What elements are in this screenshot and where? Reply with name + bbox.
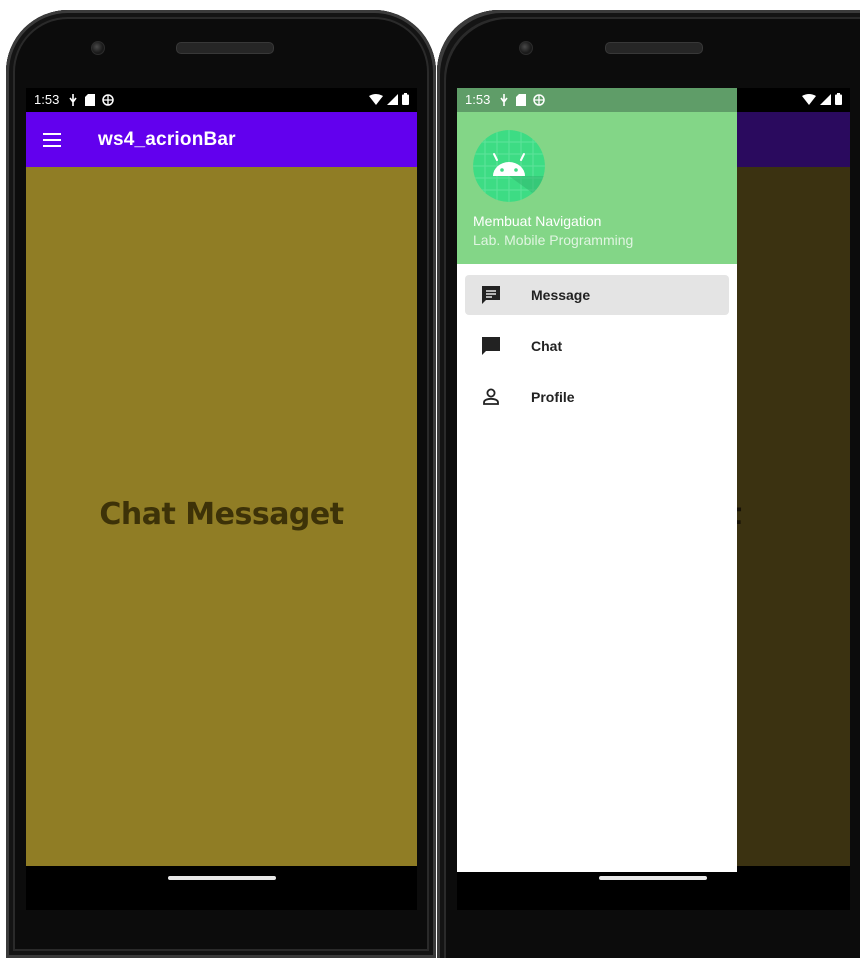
content-text: Chat Messaget <box>99 497 344 532</box>
drawer-item-label: Profile <box>531 389 575 405</box>
signal-icon <box>820 93 831 105</box>
wifi-icon <box>369 93 383 105</box>
front-camera <box>91 41 105 55</box>
drawer-header: Membuat Navigation Lab. Mobile Programmi… <box>457 112 737 264</box>
drawer-item-label: Chat <box>531 338 563 354</box>
status-time: 1:53 <box>465 92 491 107</box>
drawer-status-bar: 1:53 <box>457 88 737 112</box>
home-gesture-bar[interactable] <box>168 876 276 880</box>
app-screen-drawer-open: et 1:53 <box>457 88 850 910</box>
hamburger-menu-icon[interactable] <box>40 128 64 152</box>
globe-icon <box>533 94 545 106</box>
app-bar-title: ws4_acrionBar <box>98 129 236 150</box>
system-nav-bar <box>457 866 850 910</box>
app-screen-main: 1:53 ws4_acrionBar Chat Messaget <box>26 88 417 910</box>
status-bar: 1:53 <box>26 88 417 112</box>
message-icon <box>482 286 500 304</box>
main-content: Chat Messaget <box>26 167 417 866</box>
phone-frame-right: et 1:53 <box>437 10 860 958</box>
app-bar: ws4_acrionBar <box>26 112 417 167</box>
phone-frame-left: 1:53 ws4_acrionBar Chat Messaget <box>6 10 436 958</box>
battery-icon <box>835 93 842 105</box>
wifi-icon <box>802 93 816 105</box>
usb-icon <box>69 94 77 106</box>
android-icon <box>473 130 545 202</box>
drawer-header-subtitle: Lab. Mobile Programming <box>473 232 634 248</box>
sd-card-icon <box>85 94 95 106</box>
globe-icon <box>102 94 114 106</box>
home-gesture-bar[interactable] <box>599 876 707 880</box>
drawer-item-profile[interactable]: Profile <box>465 377 729 417</box>
navigation-drawer: 1:53 Membuat Navigation Lab. Mobile Prog… <box>457 88 737 872</box>
drawer-item-label: Message <box>531 287 591 303</box>
sd-card-icon <box>516 94 526 106</box>
profile-icon <box>483 388 499 405</box>
usb-icon <box>500 94 508 106</box>
drawer-menu: Message Chat Profile <box>457 264 737 417</box>
drawer-header-title: Membuat Navigation <box>473 213 602 229</box>
earpiece-speaker <box>605 42 703 54</box>
signal-icon <box>387 93 398 105</box>
drawer-item-chat[interactable]: Chat <box>465 326 729 366</box>
battery-icon <box>402 93 409 105</box>
status-time: 1:53 <box>34 92 60 107</box>
front-camera <box>519 41 533 55</box>
system-nav-bar <box>26 866 417 910</box>
earpiece-speaker <box>176 42 274 54</box>
drawer-item-message[interactable]: Message <box>465 275 729 315</box>
chat-icon <box>482 337 500 355</box>
